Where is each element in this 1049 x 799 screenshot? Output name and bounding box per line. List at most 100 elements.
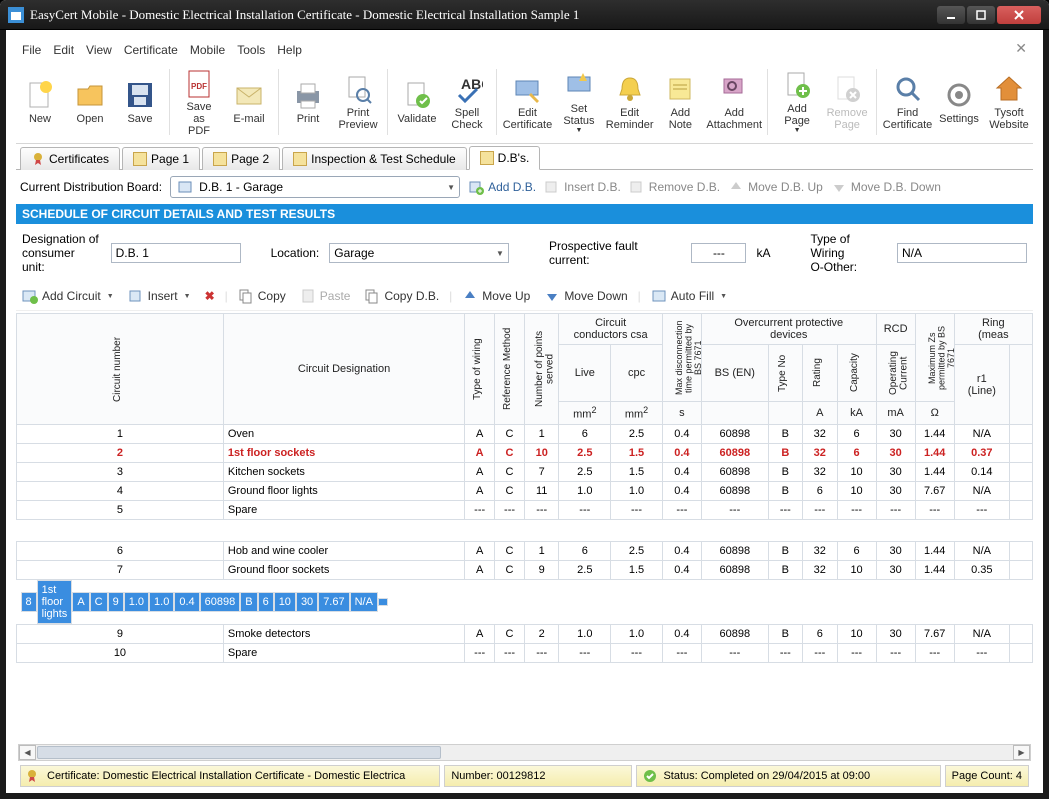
form-row: Designation of consumer unit: Location: … [16,224,1033,282]
table-row[interactable]: 4Ground floor lightsAC111.01.00.460898B6… [17,481,1033,500]
chevron-down-icon: ▼ [184,293,191,300]
table-row[interactable]: 6Hob and wine coolerAC162.50.460898B3263… [17,541,1033,560]
move-down-button[interactable]: Move Down [540,286,631,306]
add-attachment-button[interactable]: Add Attachment [706,65,762,139]
unit-s: s [662,402,701,425]
insert-db-button[interactable]: Insert D.B. [544,179,621,195]
add-db-button[interactable]: Add D.B. [468,179,536,195]
col-group-conductors: Circuit conductors csa [559,314,662,345]
app-window: EasyCert Mobile - Domestic Electrical In… [0,0,1049,799]
doc-close-icon[interactable]: ✕ [1015,41,1027,58]
move-up-button[interactable]: Move Up [458,286,534,306]
col-group-ring: Ring (meas [954,314,1032,345]
email-button[interactable]: E-mail [225,65,273,139]
menu-mobile[interactable]: Mobile [190,43,225,57]
table-row[interactable]: 7Ground floor socketsAC92.51.50.460898B3… [17,560,1033,579]
window-title: EasyCert Mobile - Domestic Electrical In… [30,7,937,23]
table-row[interactable]: 81st floor lightsAC91.01.00.460898B61030… [17,580,197,624]
new-button[interactable]: New [16,65,64,139]
tab-dbs[interactable]: D.B's. [469,146,541,170]
remove-db-button[interactable]: Remove D.B. [629,179,720,195]
table-row[interactable]: 9Smoke detectorsAC21.01.00.460898B610307… [17,624,1033,643]
add-note-button[interactable]: Add Note [656,65,704,139]
save-icon [124,79,156,111]
set-status-button[interactable]: Set Status▼ [555,65,603,139]
autofill-icon [651,288,667,304]
copy-button[interactable]: Copy [234,286,290,306]
up-icon [462,288,478,304]
settings-button[interactable]: Settings [935,65,983,139]
move-db-down-button[interactable]: Move D.B. Down [831,179,941,195]
tysoft-website-button[interactable]: Tysoft Website [985,65,1033,139]
save-button[interactable]: Save [116,65,164,139]
table-row[interactable]: 10Spare---------------------------------… [17,643,1033,662]
pdf-icon: PDF [183,67,215,99]
tab-certificates[interactable]: Certificates [20,147,120,170]
page-icon [213,152,227,166]
tab-inspection[interactable]: Inspection & Test Schedule [282,147,467,170]
save-as-pdf-button[interactable]: PDFSave as PDF [175,65,223,139]
insert-button[interactable]: Insert▼ [124,286,195,306]
table-row[interactable] [17,519,1033,541]
col-circuit-number: Circuit number [113,321,127,417]
wiring-input[interactable] [897,243,1027,263]
table-row[interactable]: 21st floor socketsAC102.51.50.460898B326… [17,443,1033,462]
circuit-table[interactable]: Circuit number Circuit Designation Type … [16,313,1033,663]
scroll-left-button[interactable]: ◀ [19,745,36,760]
menu-file[interactable]: File [22,43,41,57]
status-status: Status: Completed on 29/04/2015 at 09:00 [663,770,870,782]
chevron-down-icon: ▼ [447,183,455,192]
open-button[interactable]: Open [66,65,114,139]
delete-button[interactable]: ✖ [201,287,219,305]
status-cert: Certificate: Domestic Electrical Install… [47,770,405,782]
scroll-thumb[interactable] [37,746,441,759]
minimize-button[interactable] [937,6,965,24]
tab-page2[interactable]: Page 2 [202,147,280,170]
pfc-input[interactable] [691,243,746,263]
table-row[interactable]: 3Kitchen socketsAC72.51.50.460898B321030… [17,462,1033,481]
horizontal-scrollbar[interactable]: ◀ ▶ [18,744,1031,761]
title-bar: EasyCert Mobile - Domestic Electrical In… [0,0,1049,30]
spell-check-button[interactable]: ABCSpell Check [443,65,491,139]
designation-input[interactable] [111,243,241,263]
db-select[interactable]: D.B. 1 - Garage ▼ [170,176,460,198]
print-preview-button[interactable]: Print Preview [334,65,382,139]
unit-ma: mA [876,402,915,425]
menu-certificate[interactable]: Certificate [124,43,178,57]
move-db-up-button[interactable]: Move D.B. Up [728,179,823,195]
copy-db-icon [364,288,380,304]
location-select[interactable]: Garage▼ [329,243,509,263]
table-row[interactable]: 5Spare----------------------------------… [17,500,1033,519]
remove-icon [629,179,645,195]
find-certificate-button[interactable]: Find Certificate [882,65,933,139]
edit-reminder-button[interactable]: Edit Reminder [605,65,654,139]
tab-page1[interactable]: Page 1 [122,147,200,170]
validate-button[interactable]: Validate [393,65,441,139]
down-icon [544,288,560,304]
table-row[interactable]: 1OvenAC162.50.460898B326301.44N/A [17,424,1033,443]
add-circuit-button[interactable]: Add Circuit▼ [18,286,118,306]
add-page-icon [781,69,813,101]
edit-certificate-button[interactable]: Edit Certificate [502,65,553,139]
add-icon [468,179,484,195]
close-button[interactable] [997,6,1041,24]
db-toolbar: Current Distribution Board: D.B. 1 - Gar… [16,170,1033,204]
open-icon [74,79,106,111]
remove-page-button[interactable]: Remove Page [823,65,871,139]
menu-help[interactable]: Help [277,43,302,57]
scroll-right-button[interactable]: ▶ [1013,745,1030,760]
menu-edit[interactable]: Edit [53,43,74,57]
auto-fill-button[interactable]: Auto Fill▼ [647,286,731,306]
menu-view[interactable]: View [86,43,112,57]
print-button[interactable]: Print [284,65,332,139]
paste-button[interactable]: Paste [296,286,355,306]
maximize-button[interactable] [967,6,995,24]
menu-tools[interactable]: Tools [237,43,265,57]
print-icon [292,79,324,111]
email-icon [233,79,265,111]
col-max-zs: Maximum Zs permitted by BS 7671 [928,319,942,397]
add-page-button[interactable]: Add Page▼ [773,65,821,139]
col-r1: r1 (Line) [954,345,1009,425]
copy-db-button[interactable]: Copy D.B. [360,286,443,306]
bell-icon [614,73,646,105]
